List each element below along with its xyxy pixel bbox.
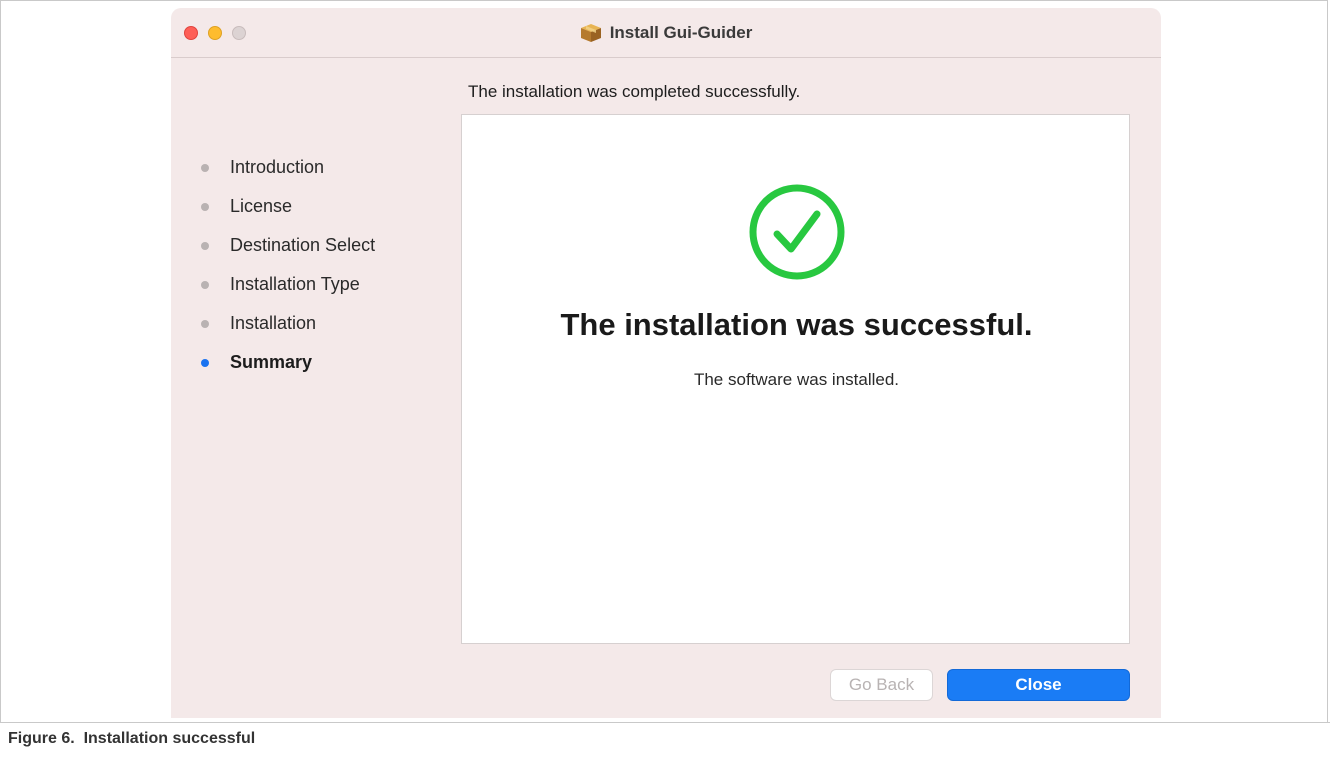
step-bullet [201,241,209,250]
step-bullet [201,163,209,172]
close-button[interactable]: Close [947,669,1130,701]
success-checkmark-icon [749,184,845,280]
title-bar[interactable]: Install Gui-Guider [171,8,1161,58]
step-bullet [201,280,209,289]
package-icon [580,24,601,42]
step-installation-type: Installation Type [201,265,461,304]
figure-caption: Figure 6. Installation successful [8,730,256,747]
step-bullet-active [201,358,209,367]
caption-divider [0,722,1330,723]
window-title: Install Gui-Guider [609,23,753,42]
installer-steps: Introduction License Destination Select … [201,148,461,382]
step-label: Installation Type [230,274,360,294]
success-title: The installation was successful. [560,307,1033,342]
step-introduction: Introduction [201,148,461,187]
summary-panel: The installation was successful. The sof… [461,114,1130,644]
step-destination-select: Destination Select [201,226,461,265]
step-bullet [201,319,209,328]
step-label: Destination Select [230,235,376,255]
step-installation: Installation [201,304,461,343]
step-label: Introduction [230,157,325,177]
page-headline: The installation was completed successfu… [468,82,801,101]
step-bullet [201,202,209,211]
installer-window: Install Gui-Guider The installation was … [171,8,1161,718]
step-label: Installation [230,313,317,333]
step-label: License [230,196,293,216]
window-title-group: Install Gui-Guider [171,8,1161,58]
step-label: Summary [230,352,313,372]
step-summary: Summary [201,343,461,382]
go-back-button[interactable]: Go Back [830,669,933,701]
step-license: License [201,187,461,226]
success-subtitle: The software was installed. [693,370,900,389]
